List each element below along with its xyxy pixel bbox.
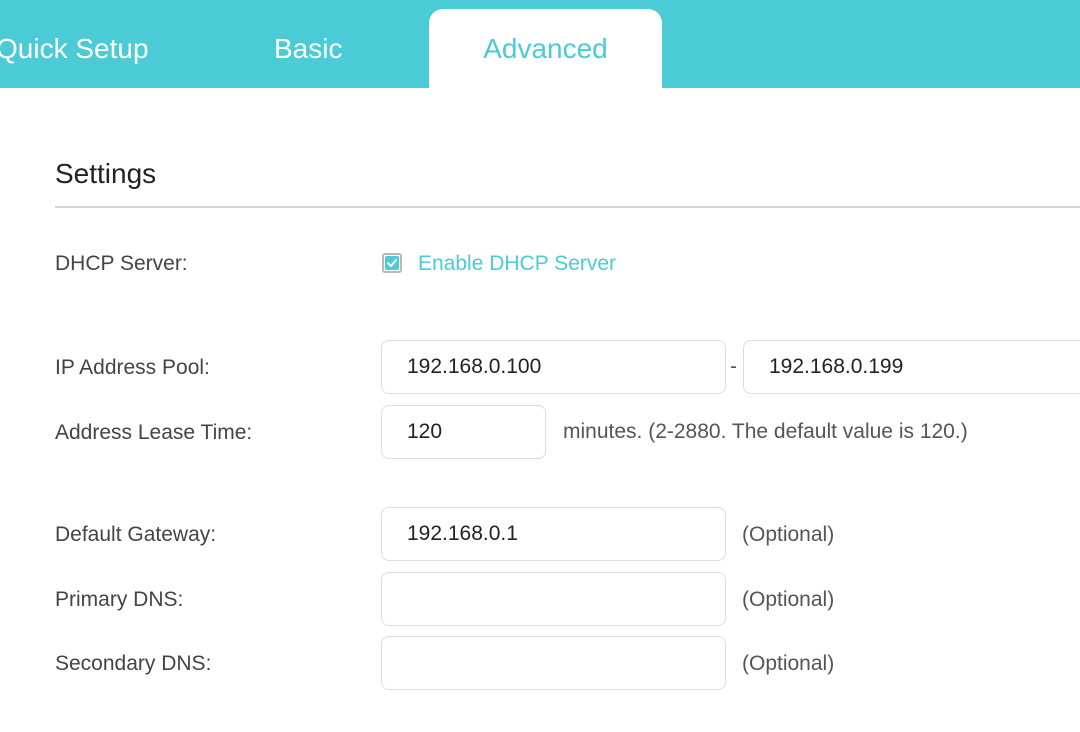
ip-pool-label: IP Address Pool: [55,356,210,379]
tab-advanced[interactable]: Advanced [429,9,662,88]
lease-time-label: Address Lease Time: [55,421,253,444]
enable-dhcp-checkbox[interactable] [382,253,402,273]
ip-pool-separator: - [730,355,737,378]
secondary-dns-input[interactable] [381,636,726,690]
ip-pool-start-input[interactable] [381,340,726,394]
tab-advanced-label: Advanced [483,33,608,64]
lease-time-hint: minutes. (2-2880. The default value is 1… [563,420,968,443]
section-divider [55,206,1080,208]
top-nav-bar: Quick Setup Basic Advanced [0,0,1080,88]
secondary-dns-hint: (Optional) [742,652,835,675]
default-gateway-label: Default Gateway: [55,523,217,546]
section-title: Settings [55,158,157,189]
tab-quick-setup[interactable]: Quick Setup [0,32,149,66]
dhcp-server-label: DHCP Server: [55,252,188,275]
ip-pool-end-input[interactable] [743,340,1080,394]
secondary-dns-label: Secondary DNS: [55,652,212,675]
tab-basic[interactable]: Basic [274,32,342,66]
primary-dns-hint: (Optional) [742,588,835,611]
enable-dhcp-label[interactable]: Enable DHCP Server [418,251,616,277]
default-gateway-hint: (Optional) [742,523,835,546]
lease-time-input[interactable] [381,405,546,459]
primary-dns-label: Primary DNS: [55,588,184,611]
checkmark-icon [385,256,399,270]
default-gateway-input[interactable] [381,507,726,561]
primary-dns-input[interactable] [381,572,726,626]
